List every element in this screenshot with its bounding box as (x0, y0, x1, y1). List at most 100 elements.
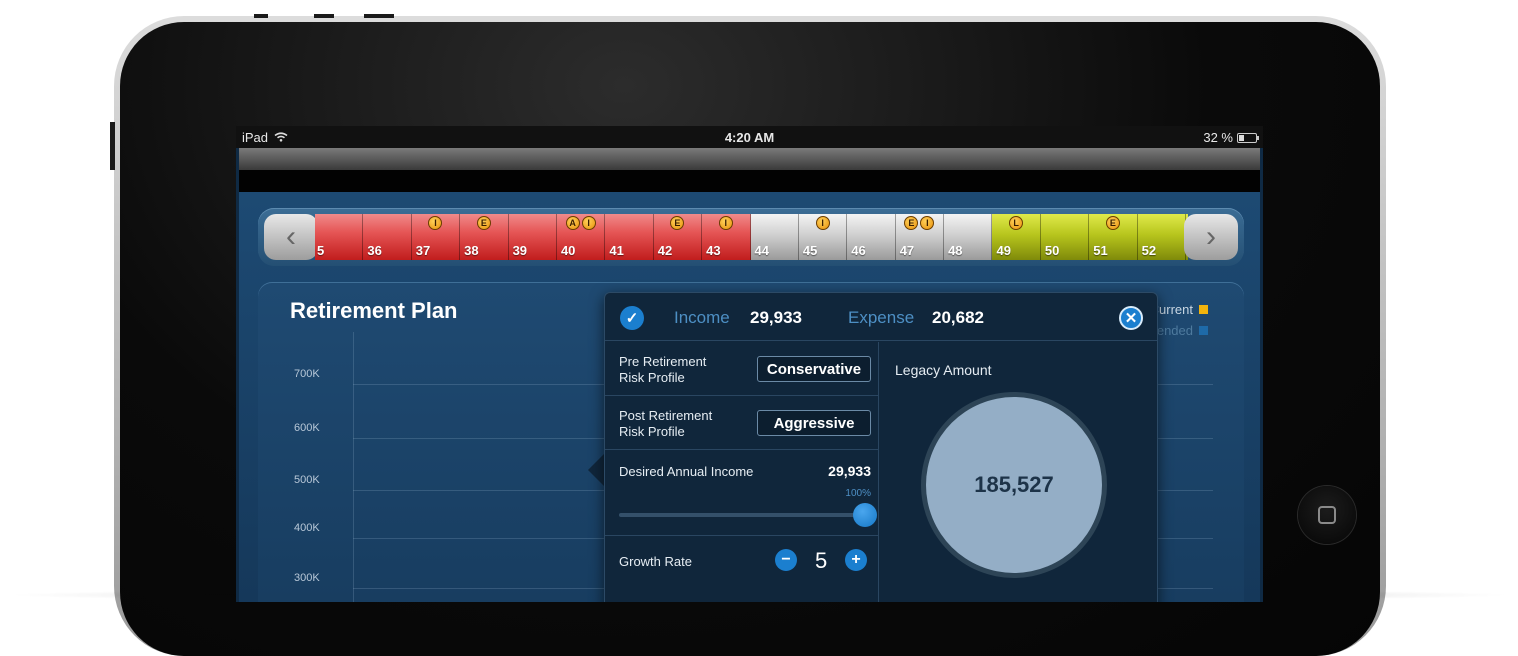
plus-icon: + (851, 551, 861, 568)
page-title: Retirement Plan (290, 298, 458, 323)
toolbar (239, 170, 1260, 192)
event-badges: E (460, 216, 507, 230)
timeline-cell[interactable]: A I 40 (556, 214, 606, 260)
mute-switch (110, 122, 115, 170)
timeline-age: 50 (1044, 243, 1060, 258)
timeline-cell[interactable]: 41 (605, 214, 654, 260)
timeline-age: 36 (367, 243, 382, 258)
timeline-cell[interactable]: I 37 (411, 214, 461, 260)
event-badge-icon[interactable]: I (920, 216, 935, 230)
event-badges: EI (896, 216, 943, 230)
post-retirement-label-line: Post Retirement (619, 408, 713, 423)
timeline-age: 44 (754, 243, 769, 258)
event-badge-icon[interactable]: E (904, 216, 919, 230)
power-button (364, 14, 394, 18)
plan-settings-popover: ✓ Income 29,933 Expense 20,682 ✕ Pre Ret… (604, 292, 1158, 602)
desired-income-slider[interactable] (619, 513, 869, 517)
timeline-age: 46 (851, 243, 866, 258)
event-badge-icon[interactable]: L (1009, 216, 1024, 230)
desired-income-value: 29,933 (828, 463, 871, 479)
desired-income-percent: 100% (845, 488, 871, 499)
battery-icon (1237, 132, 1259, 143)
timeline-cell[interactable]: 39 (508, 214, 557, 260)
home-button[interactable] (1298, 486, 1356, 544)
close-button[interactable]: ✕ (1119, 306, 1143, 330)
chevron-right-icon: › (1206, 220, 1216, 253)
desired-income-label: Desired Annual Income (619, 464, 754, 479)
minus-icon: − (781, 551, 791, 568)
timeline-prev-button[interactable]: ‹ (264, 214, 318, 260)
desired-income-row: Desired Annual Income 29,933 100% (605, 450, 879, 536)
timeline-cell[interactable]: E I 47 (895, 214, 945, 260)
nav-bar (239, 148, 1260, 170)
growth-rate-value: 5 (815, 548, 828, 573)
ipad-screen: iPad 4:20 AM 32 % ‹ 5 36 I 37 E 38 39 A I 40 41 E 42… (236, 126, 1263, 602)
event-badge-icon[interactable]: I (718, 216, 733, 230)
pre-retirement-row: Pre Retirement Risk Profile Conservative (605, 342, 879, 396)
timeline-age: 42 (657, 243, 673, 258)
post-retirement-label: Post Retirement Risk Profile (619, 408, 712, 440)
timeline-cell[interactable]: 5 (315, 214, 364, 260)
growth-rate-row: Growth Rate − 5 + (605, 536, 879, 588)
plot-axis-line (353, 332, 354, 602)
timeline-age: 40 (560, 243, 576, 258)
pre-retirement-label-line: Risk Profile (619, 370, 685, 385)
event-badges: I (799, 216, 846, 230)
home-square-icon (1318, 506, 1336, 524)
popover-arrow (588, 454, 604, 486)
timeline-cell[interactable]: 52 (1137, 214, 1187, 260)
expense-value: 20,682 (932, 308, 984, 327)
pre-retirement-label-line: Pre Retirement (619, 354, 707, 369)
timeline-age: 48 (948, 243, 963, 258)
status-time: 4:20 AM (724, 130, 775, 145)
event-badge-icon[interactable]: E (670, 216, 685, 230)
confirm-button[interactable]: ✓ (620, 306, 644, 330)
timeline-cell[interactable]: 44 (750, 214, 799, 260)
timeline-cell[interactable]: I 45 (798, 214, 848, 260)
timeline-cell[interactable]: E 38 (460, 214, 509, 260)
y-tick-label: 500K (294, 474, 320, 486)
timeline-age: 39 (512, 243, 528, 258)
timeline-cell[interactable]: L 49 (992, 214, 1041, 260)
timeline-age: 43 (706, 243, 721, 258)
timeline-age: 52 (1141, 243, 1157, 258)
timeline-cell[interactable]: 46 (847, 214, 896, 260)
timeline-age: 5 (317, 243, 325, 258)
timeline-age: 41 (609, 243, 624, 258)
battery-percent: 32 % (1203, 130, 1233, 145)
event-badge-icon[interactable]: E (476, 216, 491, 230)
post-retirement-risk-select[interactable]: Aggressive (757, 410, 871, 436)
event-badge-icon[interactable]: I (815, 216, 830, 230)
legacy-section: Legacy Amount 185,527 (880, 342, 1158, 602)
event-badge-icon[interactable]: A (565, 216, 580, 230)
slider-handle[interactable] (853, 503, 877, 527)
income-label: Income (674, 308, 730, 327)
timeline-cell[interactable]: 50 (1040, 214, 1090, 260)
event-badge-icon[interactable]: I (581, 216, 596, 230)
decrement-button[interactable]: − (775, 549, 797, 571)
event-badge-icon[interactable]: I (428, 216, 443, 230)
timeline-cell[interactable]: I 43 (702, 214, 751, 260)
income-value: 29,933 (750, 308, 802, 327)
legacy-amount-value: 185,527 (926, 397, 1102, 573)
timeline-cell[interactable]: 36 (363, 214, 412, 260)
volume-button (314, 14, 334, 18)
timeline-cell[interactable]: 48 (944, 214, 993, 260)
status-bar: iPad 4:20 AM 32 % (236, 126, 1263, 148)
increment-button[interactable]: + (845, 549, 867, 571)
y-tick-label: 700K (294, 368, 320, 380)
timeline-cell[interactable]: E 42 (653, 214, 703, 260)
pre-retirement-risk-select[interactable]: Conservative (757, 356, 871, 382)
timeline-cell[interactable]: E 51 (1089, 214, 1138, 260)
plan-settings-form: Pre Retirement Risk Profile Conservative… (605, 342, 879, 602)
event-badges: AI (557, 216, 604, 230)
event-badge-icon[interactable]: E (1105, 216, 1120, 230)
event-badges: E (654, 216, 701, 230)
legend-current-swatch (1199, 305, 1208, 314)
timeline-next-button[interactable]: › (1184, 214, 1238, 260)
timeline-age: 38 (464, 243, 479, 258)
event-badges: I (702, 216, 749, 230)
y-tick-label: 300K (294, 572, 320, 584)
event-badges: I (412, 216, 459, 230)
timeline-age: 37 (415, 243, 431, 258)
